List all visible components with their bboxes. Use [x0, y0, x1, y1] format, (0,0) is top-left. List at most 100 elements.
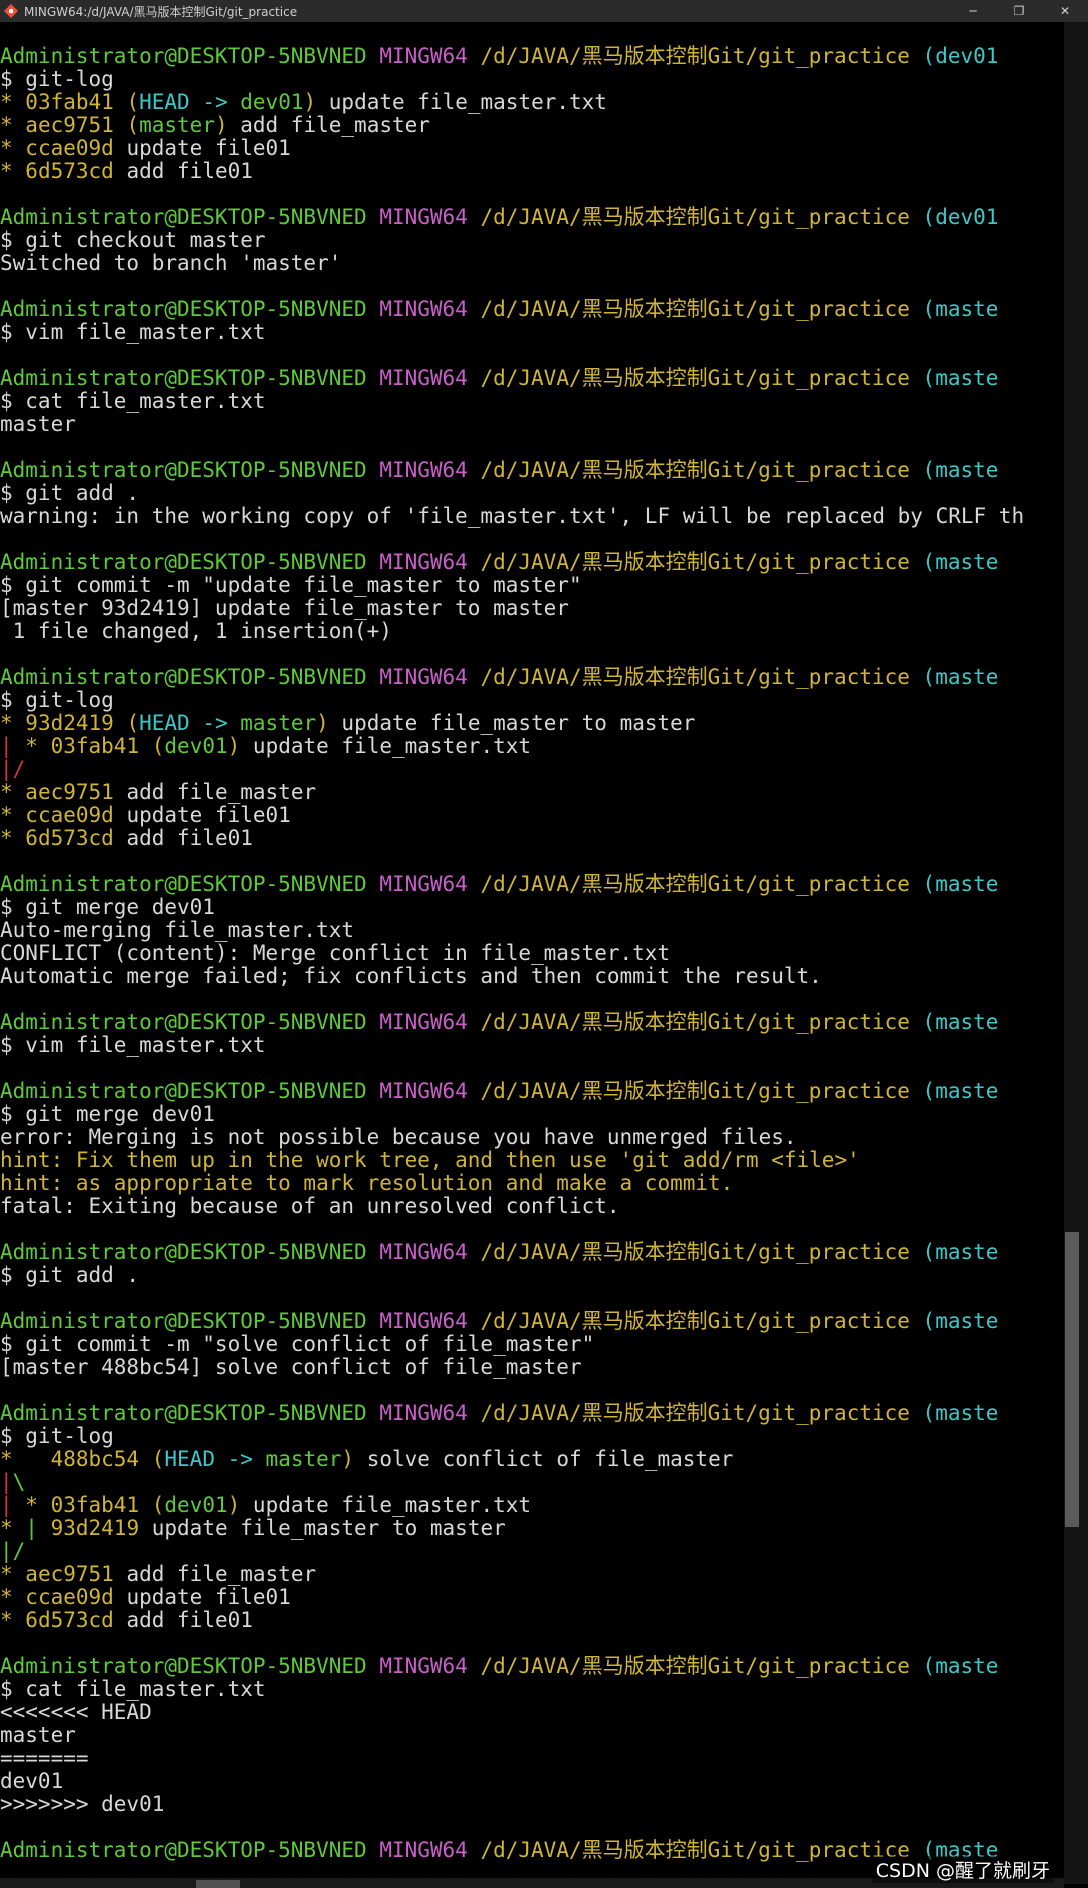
terminal-text: *	[0, 1562, 26, 1586]
terminal-line: fatal: Exiting because of an unresolved …	[0, 1195, 1064, 1218]
terminal-text: MINGW64	[379, 297, 468, 321]
scrollbar-thumb[interactable]	[1065, 1232, 1079, 1527]
terminal-output[interactable]: Administrator@DESKTOP-5NBVNED MINGW64 /d…	[0, 45, 1064, 1885]
terminal-line: $ git-log	[0, 689, 1064, 712]
terminal-line: | * 03fab41 (dev01) update file_master.t…	[0, 735, 1064, 758]
terminal-line: Administrator@DESKTOP-5NBVNED MINGW64 /d…	[0, 1080, 1064, 1103]
terminal-line: |\	[0, 1471, 1064, 1494]
terminal-text: CONFLICT (content): Merge conflict in fi…	[0, 941, 671, 965]
terminal-text: aec9751	[25, 1562, 114, 1586]
terminal-line: $ git checkout master	[0, 229, 1064, 252]
terminal-text: |	[25, 1516, 51, 1540]
terminal-text: 6d573cd	[25, 826, 114, 850]
terminal-text: *	[0, 780, 26, 804]
close-button[interactable]: ✕	[1042, 0, 1088, 22]
terminal-line: $ git merge dev01	[0, 896, 1064, 919]
terminal-text: *	[0, 136, 26, 160]
terminal-line: 1 file changed, 1 insertion(+)	[0, 620, 1064, 643]
terminal-text: /d/JAVA/黑马版本控制Git/git_practice	[467, 1838, 910, 1862]
terminal-text: (	[139, 1493, 165, 1517]
terminal-text: Administrator@DESKTOP-5NBVNED	[0, 1010, 367, 1034]
vertical-scrollbar[interactable]	[1064, 22, 1088, 1884]
terminal-line: | * 03fab41 (dev01) update file_master.t…	[0, 1494, 1064, 1517]
minimize-button[interactable]: ─	[950, 0, 996, 22]
terminal-text: |	[0, 1493, 26, 1517]
terminal-text: [master 93d2419] update file_master to m…	[0, 596, 569, 620]
terminal-line: =======	[0, 1747, 1064, 1770]
terminal-text: ccae09d	[25, 136, 114, 160]
terminal-text: /d/JAVA/黑马版本控制Git/git_practice	[467, 458, 910, 482]
terminal-line: Administrator@DESKTOP-5NBVNED MINGW64 /d…	[0, 1310, 1064, 1333]
terminal-line: master	[0, 1724, 1064, 1747]
terminal-text: Administrator@DESKTOP-5NBVNED	[0, 1079, 367, 1103]
terminal-text: add file_master	[113, 780, 317, 804]
terminal-text: Administrator@DESKTOP-5NBVNED	[0, 1240, 367, 1264]
terminal-line: Administrator@DESKTOP-5NBVNED MINGW64 /d…	[0, 1241, 1064, 1264]
terminal-text: 03fab41	[50, 734, 140, 758]
terminal-line: |/	[0, 758, 1064, 781]
terminal-text: )	[227, 1493, 241, 1517]
terminal-text: hint: as appropriate to mark resolution …	[0, 1171, 734, 1195]
terminal-text: /d/JAVA/黑马版本控制Git/git_practice	[467, 550, 910, 574]
terminal-text: $ vim file_master.txt	[0, 1033, 266, 1057]
terminal-text: $ git merge dev01	[0, 895, 215, 919]
terminal-text: Administrator@DESKTOP-5NBVNED	[0, 45, 367, 68]
terminal-text: dev01	[164, 1493, 228, 1517]
terminal-text: /d/JAVA/黑马版本控制Git/git_practice	[467, 1240, 910, 1264]
terminal-line: $ git add .	[0, 482, 1064, 505]
terminal-text: )	[341, 1447, 355, 1471]
terminal-line: master	[0, 413, 1064, 436]
horizontal-scrollbar-thumb[interactable]	[196, 1880, 240, 1888]
maximize-button[interactable]: ❐	[996, 0, 1042, 22]
terminal-text: MINGW64	[379, 45, 468, 68]
terminal-text: update file01	[113, 803, 291, 827]
terminal-text: MINGW64	[379, 366, 468, 390]
terminal-text: $ git-log	[0, 688, 114, 712]
terminal-text: *	[0, 1516, 26, 1540]
terminal-text: MINGW64	[379, 1240, 468, 1264]
terminal-text: add file_master	[227, 113, 430, 137]
terminal-text: $ vim file_master.txt	[0, 320, 266, 344]
terminal-text: master	[0, 412, 76, 436]
window-titlebar: MINGW64:/d/JAVA/黑马版本控制Git/git_practice ─…	[0, 0, 1088, 22]
terminal-text: (maste	[909, 366, 999, 390]
terminal-line: $ cat file_master.txt	[0, 390, 1064, 413]
terminal-text: Auto-merging file_master.txt	[0, 918, 355, 942]
terminal-line: hint: Fix them up in the work tree, and …	[0, 1149, 1064, 1172]
terminal-line: [master 93d2419] update file_master to m…	[0, 597, 1064, 620]
terminal-text: $ git commit -m "solve conflict of file_…	[0, 1332, 595, 1356]
terminal-text: |/	[0, 1539, 26, 1563]
terminal-line: dev01	[0, 1770, 1064, 1793]
terminal-text: /d/JAVA/黑马版本控制Git/git_practice	[467, 1010, 910, 1034]
terminal-text: ccae09d	[25, 1585, 114, 1609]
terminal-text: Administrator@DESKTOP-5NBVNED	[0, 1654, 367, 1678]
terminal-text: aec9751	[25, 113, 114, 137]
terminal-line: Auto-merging file_master.txt	[0, 919, 1064, 942]
terminal-text: /d/JAVA/黑马版本控制Git/git_practice	[467, 1309, 910, 1333]
terminal-text: (	[113, 113, 140, 137]
terminal-line: >>>>>>> dev01	[0, 1793, 1064, 1816]
terminal-text: /d/JAVA/黑马版本控制Git/git_practice	[467, 45, 910, 68]
terminal-text: update file_master.txt	[316, 90, 607, 114]
terminal-line: hint: as appropriate to mark resolution …	[0, 1172, 1064, 1195]
terminal-text: update file_master.txt	[240, 734, 532, 758]
terminal-text: $ git checkout master	[0, 228, 266, 252]
terminal-text: Administrator@DESKTOP-5NBVNED	[0, 665, 367, 689]
terminal-text: $ git commit -m "update file_master to m…	[0, 573, 582, 597]
terminal-text: *	[0, 90, 26, 114]
terminal-text: MINGW64	[379, 872, 468, 896]
terminal-line: $ git-log	[0, 1425, 1064, 1448]
terminal-text: 03fab41	[25, 90, 114, 114]
terminal-text: update file_master to master	[139, 1516, 506, 1540]
terminal-text: dev01	[164, 734, 228, 758]
terminal-text: Automatic merge failed; fix conflicts an…	[0, 964, 822, 988]
terminal-text: /d/JAVA/黑马版本控制Git/git_practice	[467, 366, 910, 390]
terminal-line: * ccae09d update file01	[0, 137, 1064, 160]
